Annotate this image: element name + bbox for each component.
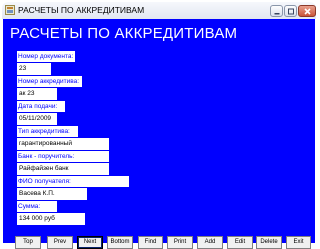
prev-button[interactable]: Prev	[47, 236, 73, 249]
amount-label: Сумма:	[17, 201, 57, 212]
maximize-icon	[288, 8, 294, 15]
page-title: РАСЧЕТЫ ПО АККРЕДИТИВАМ	[10, 25, 238, 42]
next-button[interactable]: Next	[77, 236, 103, 249]
credit-type-field[interactable]: гарантированный	[17, 138, 109, 150]
submission-date-field[interactable]: 05/11/2009	[17, 113, 57, 125]
letter-of-credit-number-label: Номер аккредитива:	[17, 76, 82, 87]
close-icon	[304, 8, 311, 15]
letter-of-credit-number-field[interactable]: ак 23	[17, 88, 57, 100]
window-title: РАСЧЕТЫ ПО АККРЕДИТИВАМ	[18, 5, 145, 15]
credit-type-label: Тип аккредитива:	[17, 126, 78, 137]
find-button[interactable]: Find	[138, 236, 163, 249]
form-body: РАСЧЕТЫ ПО АККРЕДИТИВАМ Номер документа:…	[3, 19, 315, 249]
submission-date-label: Дата подачи:	[17, 101, 65, 112]
maximize-button[interactable]	[284, 5, 297, 17]
document-number-label: Номер документа:	[17, 51, 75, 62]
amount-field[interactable]: 134 000 руб	[17, 213, 85, 225]
close-button[interactable]	[298, 5, 316, 17]
recipient-name-label: ФИО получателя:	[17, 176, 129, 187]
app-window: РАСЧЕТЫ ПО АККРЕДИТИВАМ РАСЧЕТЫ ПО АККРЕ…	[0, 0, 318, 249]
minimize-button[interactable]	[270, 5, 283, 17]
minimize-icon	[274, 13, 280, 15]
recipient-name-field[interactable]: Васева К.П.	[17, 188, 87, 200]
print-button[interactable]: Print	[167, 236, 193, 249]
guarantor-bank-label: Банк - поручитель:	[17, 151, 109, 162]
add-button[interactable]: Add	[197, 236, 223, 249]
app-icon	[5, 5, 15, 15]
document-number-field[interactable]: 23	[17, 63, 51, 75]
top-button[interactable]: Top	[15, 236, 41, 249]
title-bar[interactable]: РАСЧЕТЫ ПО АККРЕДИТИВАМ	[2, 2, 316, 19]
bottom-button[interactable]: Bottom	[107, 236, 133, 249]
guarantor-bank-field[interactable]: Райфайзен банк	[17, 163, 109, 175]
delete-button[interactable]: Delete	[256, 236, 282, 249]
edit-button[interactable]: Edit	[227, 236, 253, 249]
exit-button[interactable]: Exit	[286, 236, 311, 249]
